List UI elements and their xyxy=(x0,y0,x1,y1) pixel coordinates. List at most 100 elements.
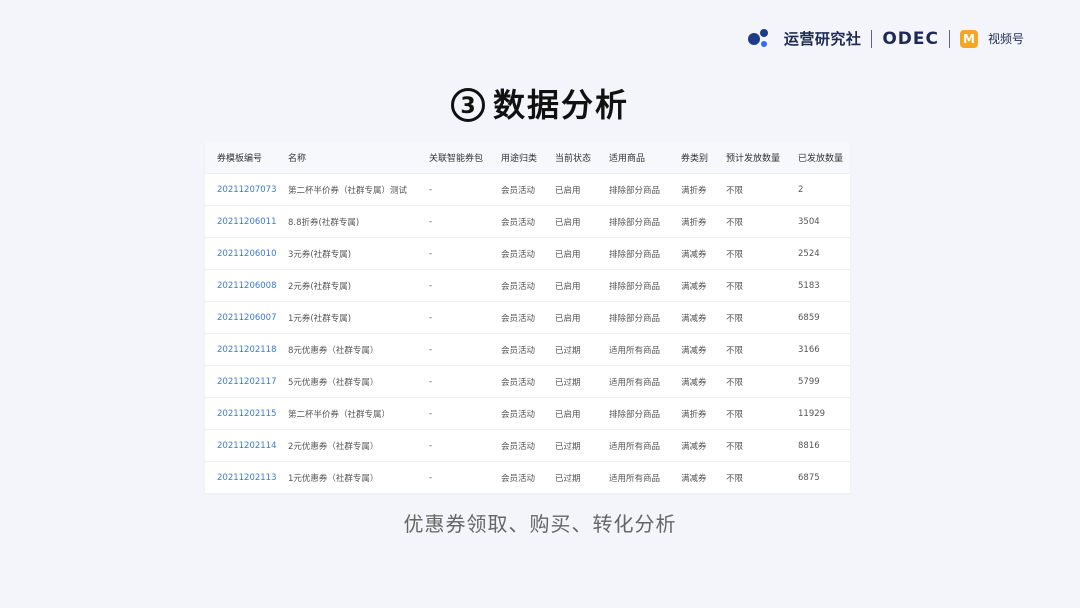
video-channel-icon: M xyxy=(959,29,978,48)
issued-quantity: 5183 xyxy=(786,269,850,302)
column-header: 名称 xyxy=(276,142,417,174)
planned-quantity: 不限 xyxy=(714,397,786,430)
usage-category: 会员活动 xyxy=(489,269,543,302)
coupon-name: 2元优惠券（社群专属） xyxy=(276,429,417,462)
coupon-table: 券模板编号 名称 关联智能券包 用途归类 当前状态 适用商品 券类别 预计发放数… xyxy=(205,142,850,493)
usage-category: 会员活动 xyxy=(489,173,543,206)
column-header: 当前状态 xyxy=(543,142,597,174)
coupon-id-link[interactable]: 20211206010 xyxy=(205,237,276,270)
status: 已过期 xyxy=(543,365,597,398)
page-title-text: 数据分析 xyxy=(492,86,629,124)
coupon-type: 满减券 xyxy=(669,429,714,462)
smart-pack: - xyxy=(417,173,489,206)
issued-quantity: 6859 xyxy=(786,301,850,334)
brand-header: 运营研究社 ODEC M 视频号 xyxy=(747,28,1024,49)
brand-logo-icon xyxy=(747,28,774,49)
coupon-type: 满减券 xyxy=(669,237,714,270)
table-row[interactable]: 20211202115 第二杯半价券（社群专属） - 会员活动 已启用 排除部分商品 满折券… xyxy=(205,397,850,430)
usage-category: 会员活动 xyxy=(489,461,543,493)
usage-category: 会员活动 xyxy=(489,237,543,270)
coupon-name: 3元券(社群专属) xyxy=(276,237,417,270)
usage-category: 会员活动 xyxy=(489,205,543,238)
coupon-id-link[interactable]: 20211202113 xyxy=(205,461,276,493)
table-row[interactable]: 20211206008 2元券(社群专属) - 会员活动 已启用 排除部分商品 满减券 不限 5… xyxy=(205,269,850,302)
smart-pack: - xyxy=(417,269,489,302)
usage-category: 会员活动 xyxy=(489,365,543,398)
smart-pack: - xyxy=(417,333,489,366)
usage-category: 会员活动 xyxy=(489,429,543,462)
issued-quantity: 6875 xyxy=(786,461,850,493)
coupon-name: 第二杯半价券（社群专属） xyxy=(276,397,417,430)
table-row[interactable]: 20211202114 2元优惠券（社群专属） - 会员活动 已过期 适用所有商品 满减券不… xyxy=(205,429,850,462)
brand-divider xyxy=(948,29,950,48)
applicable-goods: 排除部分商品 xyxy=(597,301,669,334)
coupon-table-card: 券模板编号 名称 关联智能券包 用途归类 当前状态 适用商品 券类别 预计发放数… xyxy=(205,142,850,493)
smart-pack: - xyxy=(417,429,489,462)
status: 已启用 xyxy=(543,397,597,430)
applicable-goods: 排除部分商品 xyxy=(597,397,669,430)
coupon-type: 满减券 xyxy=(669,333,714,366)
issued-quantity: 3166 xyxy=(786,333,850,366)
coupon-id-link[interactable]: 20211206008 xyxy=(205,269,276,302)
planned-quantity: 不限 xyxy=(714,269,786,302)
planned-quantity: 不限 xyxy=(714,301,786,334)
usage-category: 会员活动 xyxy=(489,397,543,430)
coupon-id-link[interactable]: 20211202114 xyxy=(205,429,276,462)
issued-quantity: 3504 xyxy=(786,205,850,238)
column-header: 预计发放数量 xyxy=(714,142,786,174)
coupon-id-link[interactable]: 20211202115 xyxy=(205,397,276,430)
smart-pack: - xyxy=(417,205,489,238)
column-header: 已发放数量 xyxy=(786,142,850,174)
brand-name: 运营研究社 xyxy=(783,30,862,48)
coupon-name: 1元优惠券（社群专属） xyxy=(276,461,417,493)
coupon-type: 满减券 xyxy=(669,365,714,398)
applicable-goods: 适用所有商品 xyxy=(597,333,669,366)
planned-quantity: 不限 xyxy=(714,429,786,462)
status: 已过期 xyxy=(543,333,597,366)
coupon-id-link[interactable]: 20211202117 xyxy=(205,365,276,398)
coupon-name: 5元优惠券（社群专属） xyxy=(276,365,417,398)
coupon-id-link[interactable]: 20211206011 xyxy=(205,205,276,238)
status: 已启用 xyxy=(543,173,597,206)
applicable-goods: 排除部分商品 xyxy=(597,237,669,270)
coupon-id-link[interactable]: 20211207073 xyxy=(205,173,276,206)
table-row[interactable]: 20211207073 第二杯半价券（社群专属）测试 - 会员活动 已启用 排除部分商品满… xyxy=(205,173,850,206)
table-row[interactable]: 20211206011 8.8折券(社群专属) - 会员活动 已启用 排除部分商品 满折券不… xyxy=(205,205,850,238)
section-number-badge: 3 xyxy=(450,88,485,122)
smart-pack: - xyxy=(417,461,489,493)
table-header-row: 券模板编号 名称 关联智能券包 用途归类 当前状态 适用商品 券类别 预计发放数… xyxy=(205,142,850,174)
brand-divider xyxy=(871,29,873,48)
planned-quantity: 不限 xyxy=(714,461,786,493)
planned-quantity: 不限 xyxy=(714,365,786,398)
status: 已启用 xyxy=(543,205,597,238)
coupon-type: 满减券 xyxy=(669,301,714,334)
coupon-id-link[interactable]: 20211202118 xyxy=(205,333,276,366)
status: 已启用 xyxy=(543,301,597,334)
status: 已过期 xyxy=(543,429,597,462)
table-row[interactable]: 20211202113 1元优惠券（社群专属） - 会员活动 已过期 适用所有商品 满减券不… xyxy=(205,461,850,493)
coupon-type: 满减券 xyxy=(669,269,714,302)
smart-pack: - xyxy=(417,237,489,270)
coupon-type: 满折券 xyxy=(669,173,714,206)
issued-quantity: 2 xyxy=(786,173,850,206)
table-row[interactable]: 20211206007 1元券(社群专属) - 会员活动 已启用 排除部分商品 满减券 不限 6… xyxy=(205,301,850,334)
usage-category: 会员活动 xyxy=(489,301,543,334)
issued-quantity: 11929 xyxy=(786,397,850,430)
applicable-goods: 适用所有商品 xyxy=(597,429,669,462)
odec-logo: ODEC xyxy=(882,28,939,49)
coupon-id-link[interactable]: 20211206007 xyxy=(205,301,276,334)
smart-pack: - xyxy=(417,301,489,334)
coupon-name: 第二杯半价券（社群专属）测试 xyxy=(276,173,417,206)
planned-quantity: 不限 xyxy=(714,205,786,238)
table-row[interactable]: 20211202117 5元优惠券（社群专属） - 会员活动 已过期 适用所有商品 满减券不… xyxy=(205,365,850,398)
column-header: 用途归类 xyxy=(489,142,543,174)
applicable-goods: 适用所有商品 xyxy=(597,365,669,398)
applicable-goods: 排除部分商品 xyxy=(597,205,669,238)
table-row[interactable]: 20211206010 3元券(社群专属) - 会员活动 已启用 排除部分商品 满减券 不限 2… xyxy=(205,237,850,270)
status: 已启用 xyxy=(543,237,597,270)
planned-quantity: 不限 xyxy=(714,173,786,206)
coupon-type: 满减券 xyxy=(669,461,714,493)
table-row[interactable]: 20211202118 8元优惠券（社群专属） - 会员活动 已过期 适用所有商品 满减券不… xyxy=(205,333,850,366)
page-title: 3 数据分析 xyxy=(0,80,1080,126)
coupon-name: 8元优惠券（社群专属） xyxy=(276,333,417,366)
